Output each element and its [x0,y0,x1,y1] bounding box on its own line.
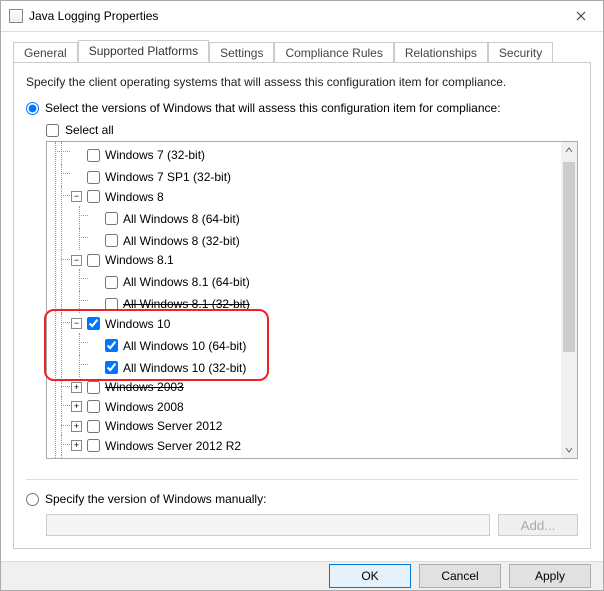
panel-description: Specify the client operating systems tha… [26,75,578,89]
tree-checkbox[interactable] [105,276,118,289]
tab-supported-platforms[interactable]: Supported Platforms [78,40,209,62]
cancel-button[interactable]: Cancel [419,564,501,588]
tree-checkbox[interactable] [87,254,100,267]
tree-checkbox[interactable] [87,381,100,394]
tree-checkbox[interactable] [105,212,118,225]
radio-manual-label: Specify the version of Windows manually: [45,492,266,506]
expand-icon[interactable]: + [71,382,82,393]
scroll-up-button[interactable] [561,142,577,158]
tree-item-label[interactable]: Windows Embedded [105,456,215,458]
tree-item-label[interactable]: All Windows 8.1 (64-bit) [123,273,250,291]
tab-settings[interactable]: Settings [209,42,274,63]
select-all-row: Select all [46,123,578,137]
collapse-icon[interactable]: − [71,255,82,266]
tree-checkbox[interactable] [87,420,100,433]
tree-checkbox[interactable] [105,361,118,374]
tree-item-label[interactable]: Windows 2003 [105,378,184,396]
tree-item: + Windows Server 2012 [53,416,561,436]
tree-checkbox[interactable] [87,171,100,184]
tab-security[interactable]: Security [488,42,553,63]
tree-checkbox[interactable] [105,339,118,352]
tree-item: − Windows 8.1 All Windows 8.1 (64-bit) All … [53,250,561,314]
close-icon [576,11,586,21]
scrollbar-thumb[interactable] [563,162,575,352]
tab-compliance-rules[interactable]: Compliance Rules [274,42,393,63]
tree-item: − Windows 10 All Windows 10 (64-bit) All Wi… [53,313,561,377]
tree-checkbox[interactable] [87,400,100,413]
tree-checkbox[interactable] [87,190,100,203]
separator [26,479,578,480]
tree-item: All Windows 10 (64-bit) [71,333,561,355]
dialog-window: Java Logging Properties General Supporte… [0,0,604,591]
tree-item: − Windows 8 All Windows 8 (64-bit) All Wind… [53,186,561,250]
add-button: Add... [498,514,578,536]
titlebar: Java Logging Properties [1,1,603,32]
client-area: General Supported Platforms Settings Com… [1,32,603,561]
tree-item-label[interactable]: All Windows 10 (32-bit) [123,359,246,377]
app-icon [9,9,23,23]
manual-version-input [46,514,490,536]
collapse-icon[interactable]: − [71,318,82,329]
radio-select-versions-label: Select the versions of Windows that will… [45,101,501,115]
select-all-label: Select all [65,123,114,137]
select-all-checkbox[interactable] [46,124,59,137]
tree-item: All Windows 8.1 (64-bit) [71,269,561,291]
tree-item-label[interactable]: Windows 7 (32-bit) [105,146,205,164]
radio-select-versions[interactable] [26,102,39,115]
radio-manual[interactable] [26,493,39,506]
expand-icon[interactable]: + [71,401,82,412]
radio-select-versions-row: Select the versions of Windows that will… [26,101,578,115]
tree-item: + Windows Server 2012 R2 [53,435,561,455]
tree-item: All Windows 8 (32-bit) [71,228,561,250]
dialog-footer: OK Cancel Apply [1,561,603,590]
tree-item-label[interactable]: Windows Server 2012 R2 [105,437,241,455]
tree-wrap: Windows 7 (32-bit) Windows 7 SP1 (32-bit)… [46,141,578,459]
tree-item-label[interactable]: Windows 7 SP1 (32-bit) [105,168,231,186]
tree-item: All Windows 10 (32-bit) [71,355,561,377]
scrollbar-vertical[interactable] [561,142,577,458]
chevron-down-icon [565,446,573,454]
collapse-icon[interactable]: − [71,191,82,202]
tab-general[interactable]: General [13,42,78,63]
tree-item-label[interactable]: All Windows 8 (64-bit) [123,210,240,228]
close-button[interactable] [558,1,603,31]
tree-item-label[interactable]: All Windows 8.1 (32-bit) [123,295,250,313]
tree-item: All Windows 8.1 (32-bit) [71,291,561,313]
tree-item: Windows 7 (32-bit) [53,142,561,164]
chevron-up-icon [565,146,573,154]
window-title: Java Logging Properties [29,9,558,23]
tree-checkbox[interactable] [87,439,100,452]
tab-panel: Specify the client operating systems tha… [13,62,591,549]
expand-icon[interactable]: + [71,421,82,432]
tree-item-label[interactable]: Windows 8 [105,188,164,206]
tree-item-label[interactable]: All Windows 10 (64-bit) [123,337,246,355]
scroll-down-button[interactable] [561,442,577,458]
tree-item: + Windows 2003 [53,377,561,397]
tree-checkbox[interactable] [87,317,100,330]
expand-icon[interactable]: + [71,440,82,451]
tab-relationships[interactable]: Relationships [394,42,488,63]
tree-item: Windows 7 SP1 (32-bit) [53,164,561,186]
tab-strip: General Supported Platforms Settings Com… [13,40,591,62]
tree-item-label[interactable]: All Windows 8 (32-bit) [123,232,240,250]
radio-manual-row: Specify the version of Windows manually: [26,492,578,506]
apply-button[interactable]: Apply [509,564,591,588]
tree-item-label[interactable]: Windows Server 2012 [105,417,222,435]
tree-checkbox[interactable] [105,298,118,311]
tree-checkbox[interactable] [105,234,118,247]
ok-button[interactable]: OK [329,564,411,588]
tree-checkbox[interactable] [87,149,100,162]
tree-item: All Windows 8 (64-bit) [71,206,561,228]
tree-item: + Windows 2008 [53,396,561,416]
tree-item-label[interactable]: Windows 8.1 [105,251,174,269]
tree-item-label[interactable]: Windows 10 [105,315,170,333]
tree-item-label[interactable]: Windows 2008 [105,398,184,416]
tree-item: +Windows Embedded [53,455,561,459]
platform-tree[interactable]: Windows 7 (32-bit) Windows 7 SP1 (32-bit)… [46,141,578,459]
manual-entry-row: Add... [46,514,578,536]
